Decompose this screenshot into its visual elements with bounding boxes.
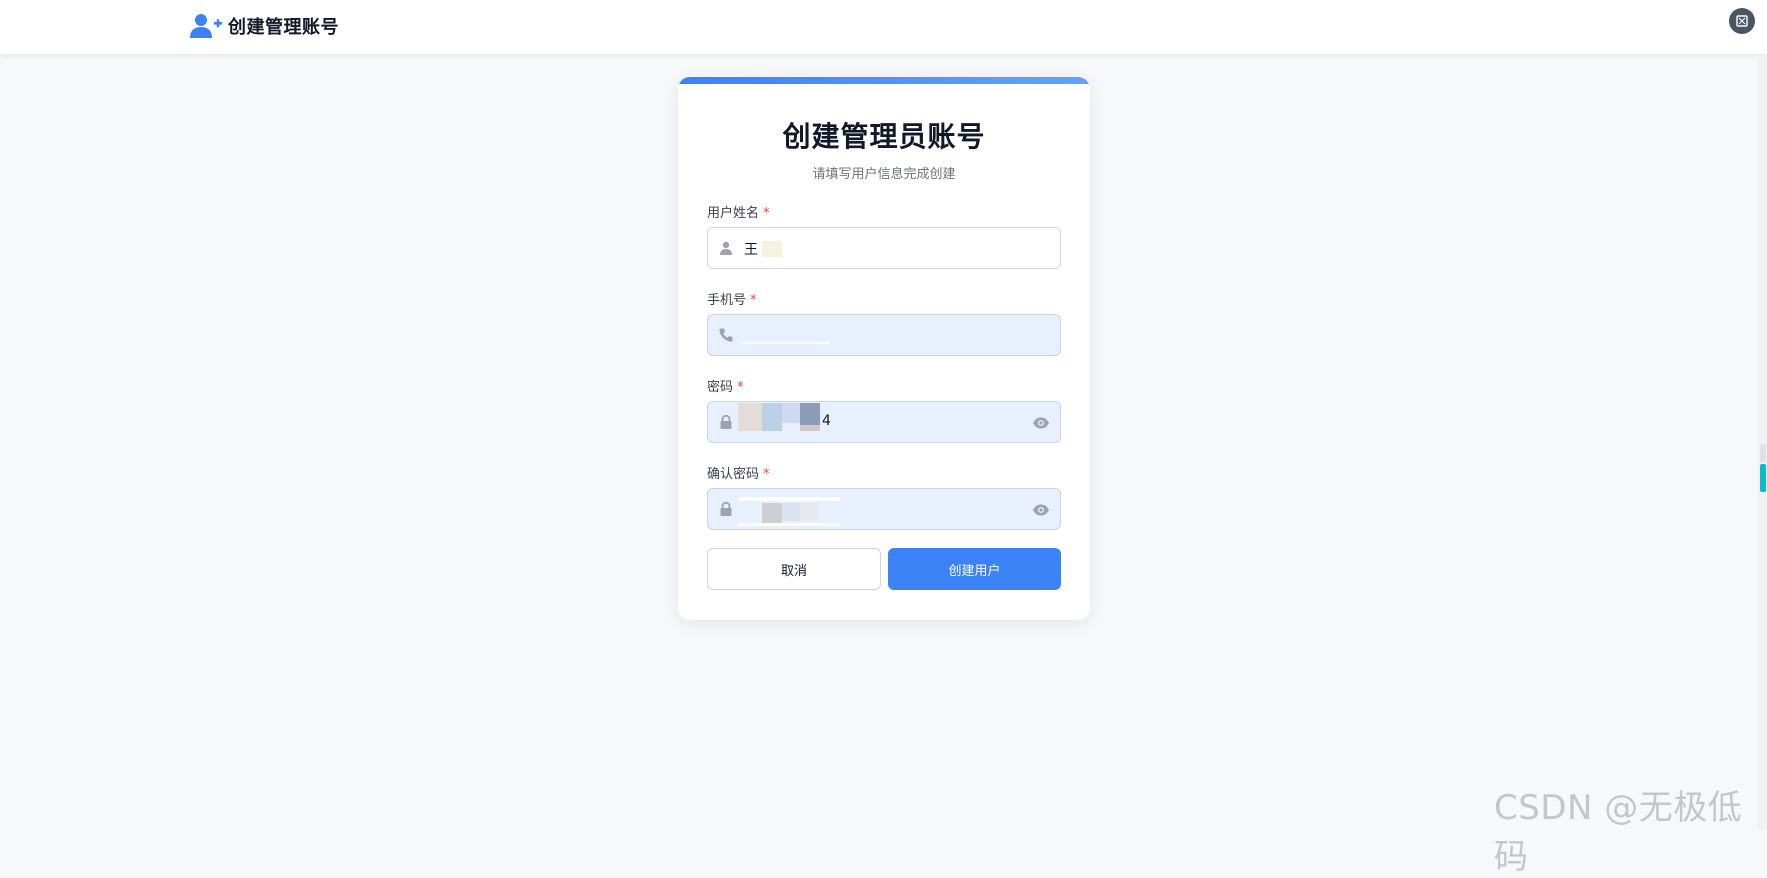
password-value: 4 <box>822 413 831 429</box>
form-subtitle: 请填写用户信息完成创建 <box>812 167 956 182</box>
redacted-text <box>738 403 762 431</box>
redacted-text <box>800 503 818 521</box>
redacted-text <box>762 241 782 257</box>
name-value: 王 <box>744 242 758 258</box>
redacted-text <box>782 503 800 521</box>
header-title: 创建管理账号 <box>228 17 339 38</box>
phone-label-text: 手机号 <box>707 293 747 308</box>
create-admin-card: 创建管理员账号 请填写用户信息完成创建 用户姓名* 王 手机号* 密码* <box>678 77 1090 620</box>
phone-label: 手机号 * <box>707 289 757 308</box>
cancel-button[interactable]: 取消 <box>707 548 881 590</box>
watermark: CSDN @无极低码 <box>1494 788 1743 877</box>
redacted-text <box>762 503 782 523</box>
add-user-icon <box>190 12 222 40</box>
redacted-text <box>738 497 840 501</box>
lock-icon <box>718 501 734 517</box>
password-label-text: 密码 <box>707 380 734 395</box>
password-input[interactable]: 4 <box>707 401 1061 443</box>
create-user-button[interactable]: 创建用户 <box>888 548 1061 590</box>
name-label: 用户姓名 * <box>707 202 770 221</box>
eye-icon[interactable] <box>1032 415 1050 431</box>
required-mark: * <box>763 206 770 221</box>
required-mark: * <box>750 293 757 308</box>
name-input[interactable]: 王 <box>707 227 1061 269</box>
brand: 创建管理账号 <box>190 12 339 40</box>
fullscreen-icon <box>1736 15 1748 27</box>
redacted-text <box>782 403 800 423</box>
required-mark: * <box>737 380 744 395</box>
confirm-password-label: 确认密码 * <box>707 463 770 482</box>
confirm-password-input[interactable] <box>707 488 1061 530</box>
phone-input[interactable] <box>707 314 1061 356</box>
eye-icon[interactable] <box>1032 502 1050 518</box>
card-accent-bar <box>678 77 1090 84</box>
password-label: 密码 * <box>707 376 744 395</box>
user-icon <box>718 240 734 256</box>
redacted-text <box>738 523 840 526</box>
scroll-gutter <box>1758 55 1767 830</box>
redacted-text <box>800 425 820 431</box>
redacted-text <box>762 403 782 431</box>
form-title: 创建管理员账号 <box>782 120 986 153</box>
side-handle[interactable] <box>1760 444 1766 462</box>
lock-icon <box>718 414 734 430</box>
phone-icon <box>718 327 734 343</box>
fullscreen-button[interactable] <box>1729 8 1755 34</box>
required-mark: * <box>763 467 770 482</box>
redacted-text <box>742 342 830 344</box>
name-label-text: 用户姓名 <box>707 206 760 221</box>
top-bar: 创建管理账号 <box>0 0 1767 55</box>
confirm-password-label-text: 确认密码 <box>707 467 760 482</box>
redacted-text <box>800 403 820 425</box>
side-tab[interactable] <box>1760 464 1766 492</box>
